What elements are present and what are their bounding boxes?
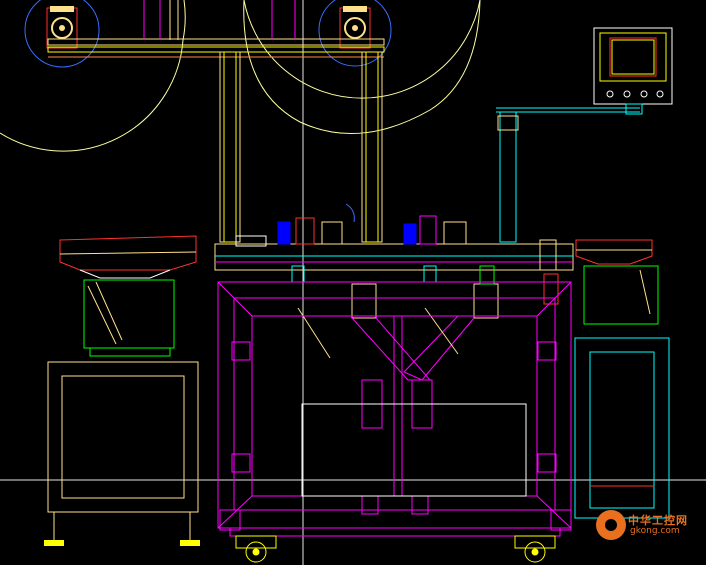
gear-icon bbox=[596, 510, 626, 540]
cad-drawing-canvas bbox=[0, 0, 706, 565]
watermark-text-en: gkong.com bbox=[630, 526, 680, 536]
watermark: 中华工控网 gkong.com bbox=[596, 510, 706, 544]
